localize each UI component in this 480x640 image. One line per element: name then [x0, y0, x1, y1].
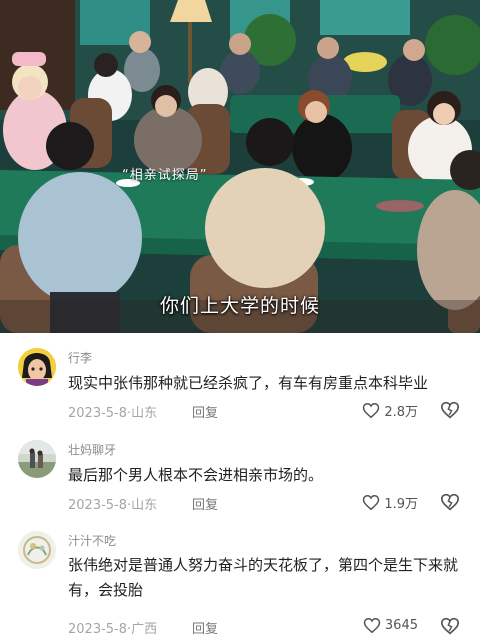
comment-item: 行李 现实中张伟那种就已经杀疯了，有车有房重点本科毕业 2023-5-8·山东 … — [0, 333, 480, 425]
comment-date: 2023-5-8 — [68, 498, 128, 513]
reply-button[interactable]: 回复 — [192, 494, 218, 513]
comment-location: 山东 — [131, 406, 158, 421]
like-count: 1.9万 — [384, 497, 418, 512]
comment-meta: 2023-5-8·广西 — [68, 618, 157, 637]
comment-text: 现实中张伟那种就已经杀疯了，有车有房重点本科毕业 — [68, 374, 429, 392]
reply-button[interactable]: 回复 — [192, 618, 218, 637]
like-button[interactable]: 1.9万 — [362, 493, 418, 512]
comment-username[interactable]: 壮妈聊牙 — [68, 441, 116, 458]
like-count: 3645 — [384, 618, 418, 633]
comment-meta: 2023-5-8·山东 — [68, 494, 157, 513]
comment-date: 2023-5-8 — [68, 406, 128, 421]
broken-heart-icon[interactable] — [440, 401, 460, 419]
avatar[interactable] — [18, 348, 56, 386]
video-frame[interactable]: “相亲试探局” 你们上大学的时候 — [0, 0, 480, 333]
heart-outline-icon — [363, 617, 381, 634]
avatar[interactable] — [18, 531, 56, 569]
comment-username[interactable]: 汁汁不吃 — [68, 532, 116, 549]
heart-outline-icon — [363, 494, 380, 511]
comment-item: 壮妈聊牙 最后那个男人根本不会进相亲市场的。 2023-5-8·山东 回复 1.… — [0, 425, 480, 515]
comment-list: 行李 现实中张伟那种就已经杀疯了，有车有房重点本科毕业 2023-5-8·山东 … — [0, 333, 480, 640]
comment-text: 最后那个男人根本不会进相亲市场的。 — [68, 466, 324, 484]
like-count: 2.8万 — [384, 405, 418, 420]
video-subtitle: 你们上大学的时候 — [159, 295, 320, 317]
like-button[interactable]: 3645 — [363, 617, 418, 634]
comment-location: 广西 — [131, 622, 158, 637]
comment-item: 汁汁不吃 张伟绝对是普通人努力奋斗的天花板了，第四个是生下来就有，会投胎 202… — [0, 515, 480, 640]
comment-text: 张伟绝对是普通人努力奋斗的天花板了，第四个是生下来就有，会投胎 — [68, 556, 459, 599]
comment-meta: 2023-5-8·山东 — [68, 402, 157, 421]
video-tag-overlay: “相亲试探局” — [122, 168, 208, 183]
reply-button[interactable]: 回复 — [192, 402, 218, 421]
comment-username[interactable]: 行李 — [68, 349, 92, 366]
broken-heart-icon[interactable] — [440, 617, 460, 635]
like-button[interactable]: 2.8万 — [362, 401, 418, 420]
casino-scene-illustration — [0, 0, 480, 333]
comment-location: 山东 — [131, 498, 158, 513]
heart-outline-icon — [363, 402, 380, 419]
comment-date: 2023-5-8 — [68, 622, 128, 637]
broken-heart-icon[interactable] — [440, 493, 460, 511]
avatar[interactable] — [18, 440, 56, 478]
